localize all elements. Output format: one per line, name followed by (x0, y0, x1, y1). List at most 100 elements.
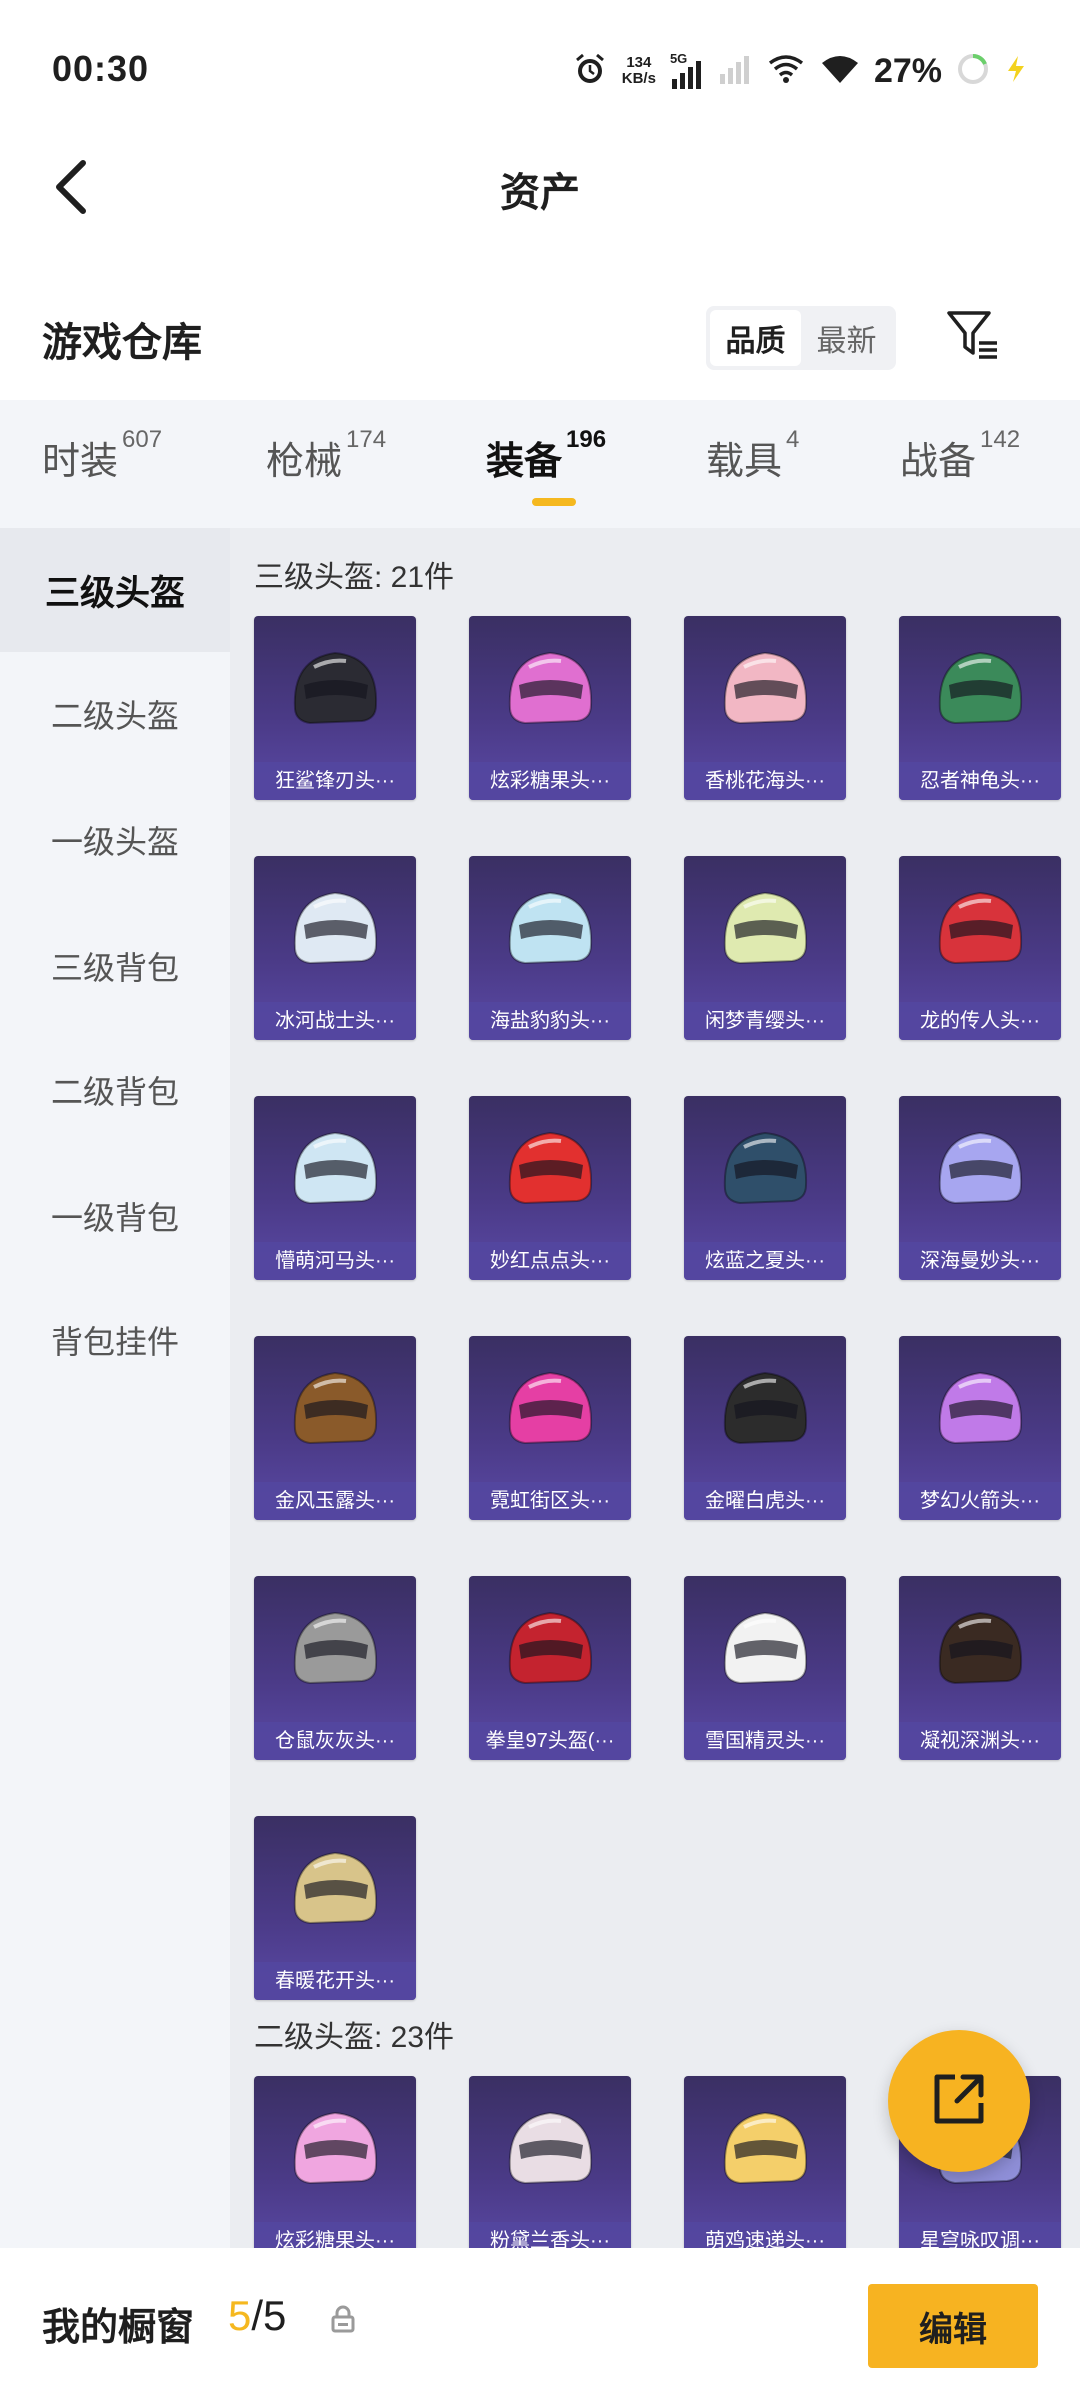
helmet-image (254, 1816, 416, 1962)
item-card[interactable]: 深海曼妙头··· (899, 1096, 1061, 1280)
item-name: 懵萌河马头··· (254, 1242, 416, 1280)
item-card[interactable]: 凝视深渊头··· (899, 1576, 1061, 1760)
tab-vehicles[interactable]: 载具4 (706, 426, 799, 485)
helmet-image (899, 1576, 1061, 1722)
sidebar-item-level3-backpack[interactable]: 三级背包 (0, 904, 230, 1028)
wifi-call-icon (766, 53, 806, 90)
item-card[interactable]: 粉黛兰香头··· (469, 2076, 631, 2248)
item-name: 金风玉露头··· (254, 1482, 416, 1520)
item-card[interactable]: 冰河战士头··· (254, 856, 416, 1040)
alarm-icon (572, 51, 608, 92)
item-card[interactable]: 龙的传人头··· (899, 856, 1061, 1040)
item-name: 凝视深渊头··· (899, 1722, 1061, 1760)
item-card[interactable]: 狂鲨锋刃头··· (254, 616, 416, 800)
share-out-icon (927, 2067, 991, 2136)
item-name: 拳皇97头盔(··· (469, 1722, 631, 1760)
helmet-image (899, 616, 1061, 762)
tab-count: 142 (980, 426, 1021, 453)
signal-icon: 5G (669, 51, 704, 89)
item-card[interactable]: 海盐豹豹头··· (469, 856, 631, 1040)
sidebar-item-level3-helmet[interactable]: 三级头盔 (0, 528, 230, 652)
item-name: 仓鼠灰灰头··· (254, 1722, 416, 1760)
item-name: 雪国精灵头··· (684, 1722, 846, 1760)
tab-count: 607 (122, 426, 163, 453)
item-card[interactable]: 懵萌河马头··· (254, 1096, 416, 1280)
showcase-title: 我的橱窗 (42, 2307, 195, 2349)
sidebar-item-level2-backpack[interactable]: 二级背包 (0, 1028, 230, 1152)
helmet-image (254, 856, 416, 1002)
helmet-image (684, 1096, 846, 1242)
sidebar-item-level2-helmet[interactable]: 二级头盔 (0, 652, 230, 776)
item-card[interactable]: 炫蓝之夏头··· (684, 1096, 846, 1280)
helmet-image (254, 1336, 416, 1482)
category-tabs: 时装607 枪械174 装备196 载具4 战备142 (0, 400, 1080, 528)
item-grid-area: 三级头盔: 21件 狂鲨锋刃头··· 炫彩糖果头··· 香桃花海头··· 忍者神龟头·… (230, 528, 1080, 2248)
filter-button[interactable] (940, 304, 1006, 370)
edit-button[interactable]: 编辑 (868, 2284, 1038, 2368)
tab-weapons[interactable]: 枪械174 (266, 426, 386, 485)
net-speed-value: 134 (626, 54, 652, 71)
sidebar-item-backpack-charm[interactable]: 背包挂件 (0, 1278, 230, 1402)
item-name: 星穹咏叹调··· (899, 2222, 1061, 2248)
helmet-image (684, 1576, 846, 1722)
item-card[interactable]: 仓鼠灰灰头··· (254, 1576, 416, 1760)
battery-percent: 27% (873, 51, 942, 90)
item-card[interactable]: 香桃花海头··· (684, 616, 846, 800)
lock-icon (330, 2304, 356, 2339)
item-name: 萌鸡速递头··· (684, 2222, 846, 2248)
item-name: 炫彩糖果头··· (469, 762, 631, 800)
helmet-image (899, 856, 1061, 1002)
item-card[interactable]: 炫彩糖果头··· (254, 2076, 416, 2248)
sort-newest-button[interactable]: 最新 (801, 310, 892, 366)
battery-icon (956, 52, 990, 91)
tab-count: 4 (786, 426, 800, 453)
item-card[interactable]: 妙红点点头··· (469, 1096, 631, 1280)
helmet-image (899, 1336, 1061, 1482)
filter-icon (945, 309, 1001, 366)
item-card[interactable]: 雪国精灵头··· (684, 1576, 846, 1760)
item-card[interactable]: 炫彩糖果头··· (469, 616, 631, 800)
group-header-level2: 二级头盔: 23件 (254, 2021, 455, 2054)
section-title: 游戏仓库 (42, 321, 202, 365)
item-name: 炫彩糖果头··· (254, 2222, 416, 2248)
tab-fashion[interactable]: 时装607 (42, 426, 162, 485)
helmet-image (684, 856, 846, 1002)
item-card[interactable]: 闲梦青缨头··· (684, 856, 846, 1040)
sort-quality-button[interactable]: 品质 (710, 310, 801, 366)
item-card[interactable]: 萌鸡速递头··· (684, 2076, 846, 2248)
item-card[interactable]: 梦幻火箭头··· (899, 1336, 1061, 1520)
sort-toggle: 品质 最新 (706, 306, 896, 370)
tab-label: 战备 (900, 441, 977, 483)
helmet-image (684, 616, 846, 762)
tab-battle-prep[interactable]: 战备142 (900, 426, 1020, 485)
showcase-bar: 我的橱窗 5/5 编辑 (0, 2248, 1080, 2400)
sidebar-item-level1-helmet[interactable]: 一级头盔 (0, 778, 230, 902)
showcase-count: 5/5 (228, 2292, 286, 2340)
sidebar-item-level1-backpack[interactable]: 一级背包 (0, 1154, 230, 1278)
item-card[interactable]: 春暖花开头··· (254, 1816, 416, 2000)
tab-label: 时装 (42, 441, 119, 483)
item-card[interactable]: 金曜白虎头··· (684, 1336, 846, 1520)
item-name: 春暖花开头··· (254, 1962, 416, 2000)
network-type: 5G (669, 51, 688, 66)
item-name: 妙红点点头··· (469, 1242, 631, 1280)
item-card[interactable]: 霓虹街区头··· (469, 1336, 631, 1520)
tab-count: 174 (346, 426, 387, 453)
page-title: 资产 (500, 171, 580, 215)
status-time: 00:30 (52, 48, 150, 89)
tab-label: 载具 (706, 441, 783, 483)
item-name: 炫蓝之夏头··· (684, 1242, 846, 1280)
item-card[interactable]: 忍者神龟头··· (899, 616, 1061, 800)
tab-equipment[interactable]: 装备196 (486, 426, 606, 485)
net-speed-unit: KB/s (621, 70, 656, 87)
helmet-image (469, 1576, 631, 1722)
item-name: 粉黛兰香头··· (469, 2222, 631, 2248)
item-card[interactable]: 拳皇97头盔(··· (469, 1576, 631, 1760)
item-card[interactable]: 金风玉露头··· (254, 1336, 416, 1520)
helmet-image (254, 1096, 416, 1242)
item-name: 霓虹街区头··· (469, 1482, 631, 1520)
active-tab-indicator (532, 498, 576, 506)
share-button[interactable] (888, 2030, 1030, 2172)
status-bar: 00:30 134 KB/s 5G 27% (0, 0, 1080, 140)
helmet-image (469, 856, 631, 1002)
